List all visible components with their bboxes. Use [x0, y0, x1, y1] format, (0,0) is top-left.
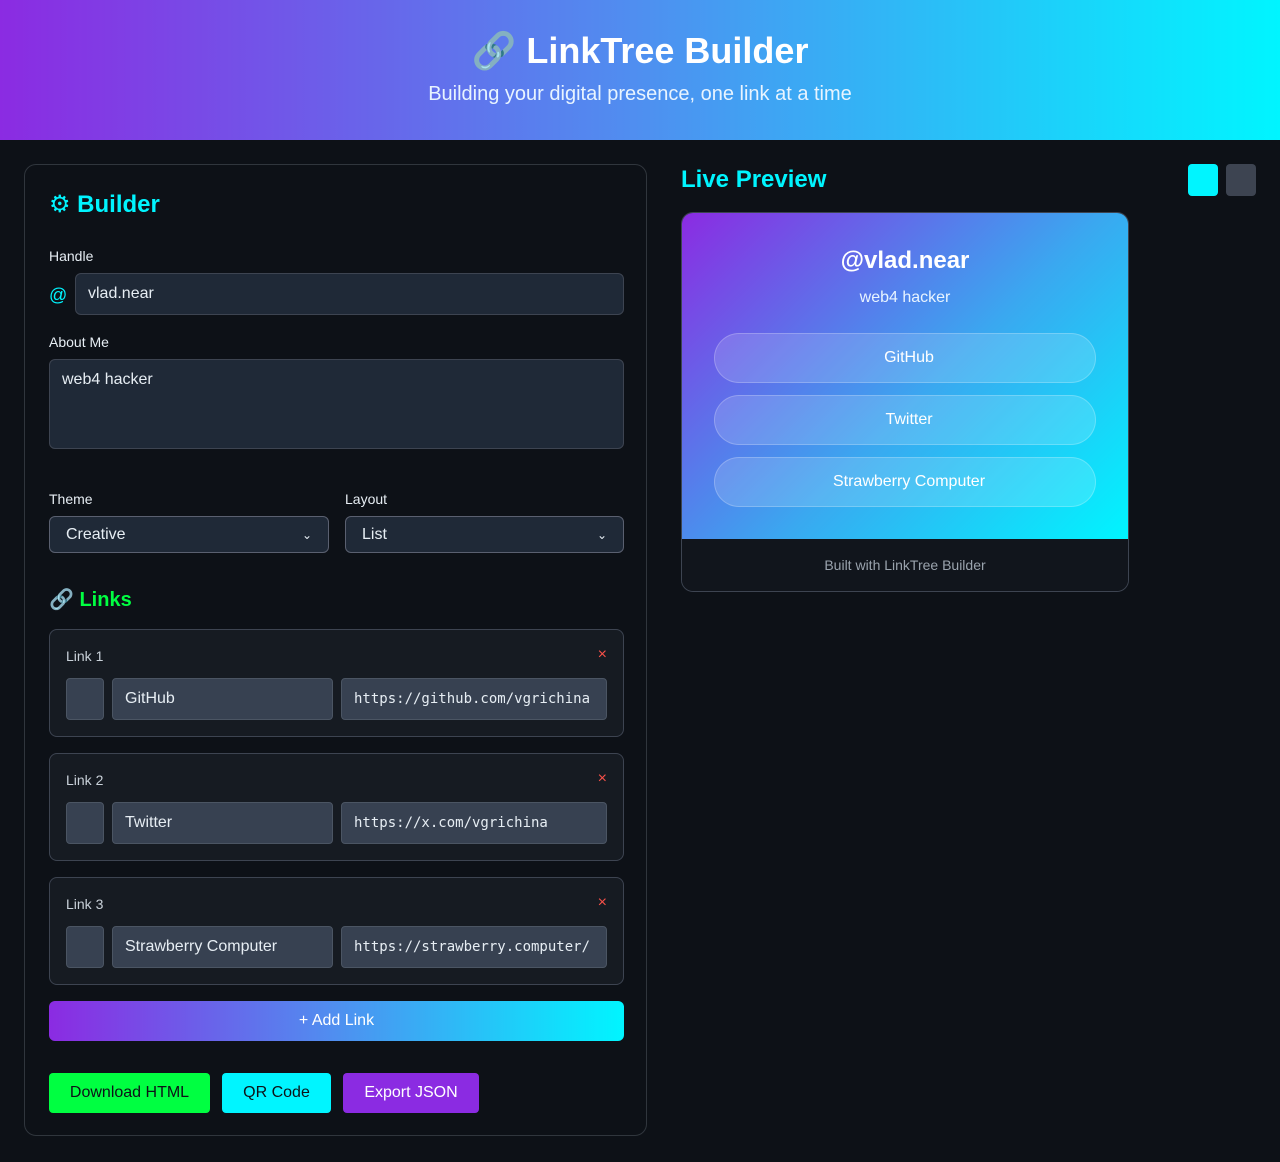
theme-select-value: Creative — [66, 525, 126, 543]
link-title-input[interactable]: Twitter — [112, 802, 333, 844]
app-title: 🔗 LinkTree Builder — [471, 30, 809, 71]
preview-bio: web4 hacker — [859, 289, 951, 306]
preview-desktop-button[interactable] — [1226, 164, 1256, 196]
add-link-button[interactable]: + Add Link — [49, 1001, 624, 1041]
preview-mobile-button[interactable] — [1188, 164, 1218, 196]
handle-input[interactable]: vlad.near — [75, 273, 624, 315]
preview-footer: Built with LinkTree Builder — [682, 539, 1128, 591]
handle-at-prefix: @ — [49, 285, 68, 305]
layout-select-value: List — [362, 525, 387, 543]
link-card-label: Link 2 — [66, 772, 104, 788]
chevron-down-icon: ⌄ — [596, 527, 607, 542]
preview-link-github[interactable]: GitHub — [714, 333, 1096, 383]
remove-link-button[interactable]: × — [598, 894, 607, 912]
theme-label: Theme — [49, 491, 93, 507]
link-icon-input[interactable] — [66, 802, 104, 844]
link-card-3: Link 3 × Strawberry Computer https://str… — [49, 877, 624, 985]
builder-title: ⚙ Builder — [49, 191, 160, 218]
layout-label: Layout — [345, 491, 388, 507]
app-header: 🔗 LinkTree Builder Building your digital… — [0, 0, 1280, 140]
app-subtitle: Building your digital presence, one link… — [428, 83, 852, 105]
link-title-input[interactable]: Strawberry Computer — [112, 926, 333, 968]
chevron-down-icon: ⌄ — [301, 527, 312, 542]
preview-link-label: GitHub — [884, 349, 934, 366]
link-url-input[interactable]: https://strawberry.computer/ — [341, 926, 607, 968]
link-card-label: Link 3 — [66, 896, 104, 912]
download-html-button[interactable]: Download HTML — [49, 1073, 210, 1113]
link-card-label: Link 1 — [66, 648, 104, 664]
layout-select[interactable]: List ⌄ — [345, 516, 624, 553]
preview-link-twitter[interactable]: Twitter — [714, 395, 1096, 445]
link-title-input[interactable]: GitHub — [112, 678, 333, 720]
live-preview-title: Live Preview — [681, 166, 827, 193]
builder-panel: ⚙ Builder Handle @ vlad.near About Me we… — [24, 164, 647, 1136]
about-textarea[interactable]: web4 hacker — [49, 359, 624, 449]
export-json-button[interactable]: Export JSON — [343, 1073, 479, 1113]
preview-card: @vlad.near web4 hacker GitHub Twitter St… — [681, 212, 1129, 592]
remove-link-button[interactable]: × — [598, 646, 607, 664]
preview-handle: @vlad.near — [840, 247, 970, 274]
handle-label: Handle — [49, 248, 94, 264]
preview-link-strawberry[interactable]: Strawberry Computer — [714, 457, 1096, 507]
theme-select[interactable]: Creative ⌄ — [49, 516, 329, 553]
about-label: About Me — [49, 334, 109, 350]
qr-code-button[interactable]: QR Code — [222, 1073, 331, 1113]
preview-link-label: Twitter — [885, 411, 933, 428]
link-url-input[interactable]: https://x.com/vgrichina — [341, 802, 607, 844]
link-card-2: Link 2 × Twitter https://x.com/vgrichina — [49, 753, 624, 861]
link-card-1: Link 1 × GitHub https://github.com/vgric… — [49, 629, 624, 737]
remove-link-button[interactable]: × — [598, 770, 607, 788]
links-section-title: 🔗 Links — [49, 589, 132, 611]
preview-link-label: Strawberry Computer — [832, 473, 986, 490]
link-url-input[interactable]: https://github.com/vgrichina — [341, 678, 607, 720]
link-icon-input[interactable] — [66, 926, 104, 968]
preview-hero: @vlad.near web4 hacker GitHub Twitter St… — [682, 213, 1128, 539]
link-icon-input[interactable] — [66, 678, 104, 720]
